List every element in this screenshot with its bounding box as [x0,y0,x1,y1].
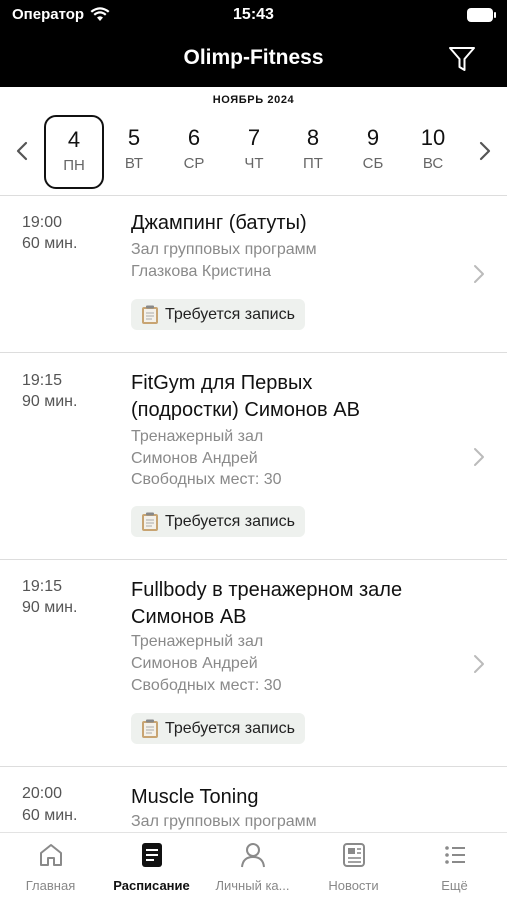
filter-icon[interactable] [447,44,477,74]
session-row[interactable]: 20:00 60 мин. Muscle Toning Зал групповы… [0,767,507,832]
booking-required-badge: Требуется запись [131,506,305,537]
day-number: 7 [247,125,261,150]
profile-icon [240,843,265,868]
day-number: 6 [187,125,201,150]
day-cell[interactable]: 10 ВС [403,115,463,189]
clipboard-icon [142,719,158,738]
schedule-icon [141,843,162,867]
session-time: 19:15 [22,578,63,595]
day-weekday: СБ [362,155,384,172]
chevron-left-icon[interactable] [12,139,32,163]
session-title-line-1: Fullbody в тренажерном зале [131,579,403,601]
more-icon [444,846,465,864]
day-number: 9 [366,125,380,150]
navigation-bar: Olimp-Fitness [0,34,507,87]
session-duration: 60 мин. [22,235,78,252]
day-number: 8 [306,125,320,150]
badge-label: Требуется запись [165,719,295,737]
session-time: 20:00 [22,785,63,802]
day-weekday: ПТ [303,155,323,172]
session-title-line-2: Симонов АВ [131,606,247,628]
day-cell[interactable]: 7 ЧТ [224,115,284,189]
clock: 15:43 [233,6,274,23]
chevron-right-icon [474,655,484,673]
badge-label: Требуется запись [165,305,295,323]
day-number: 10 [420,125,446,150]
booking-required-badge: Требуется запись [131,713,305,744]
status-bar: Оператор 15:43 [0,0,507,34]
tab-label: Личный ка... [215,878,290,893]
tab-schedule[interactable]: Расписание [101,841,202,893]
chevron-right-icon[interactable] [475,139,495,163]
session-duration: 90 мин. [22,393,78,410]
clipboard-icon [142,305,158,324]
session-time: 19:00 [22,214,63,231]
day-cell[interactable]: 5 ВТ [104,115,164,189]
app-title: Olimp-Fitness [183,46,324,69]
booking-required-badge: Требуется запись [131,299,305,330]
tab-label: Новости [328,878,379,893]
day-weekday: СР [183,155,205,172]
day-weekday: ВС [422,155,444,172]
session-row[interactable]: 19:15 90 мин. FitGym для Первых (подрост… [0,353,507,559]
tab-news[interactable]: Новости [303,841,404,893]
session-title-line-2: (подростки) Симонов АВ [131,399,360,421]
session-row[interactable]: 19:00 60 мин. Джампинг (батуты) Зал груп… [0,196,507,352]
chevron-right-icon [474,448,484,466]
day-number: 5 [127,125,141,150]
tab-more[interactable]: Ещё [404,841,505,893]
clipboard-icon [142,512,158,531]
tab-label: Главная [25,878,76,893]
session-free-places: Свободных мест: 30 [131,471,282,488]
session-trainer: Глазкова Кристина [131,263,272,280]
day-weekday: ПН [63,157,85,174]
chevron-right-icon [474,265,484,283]
home-icon [39,844,62,866]
session-trainer: Симонов Андрей [131,450,258,467]
badge-label: Требуется запись [165,512,295,530]
day-number: 4 [67,127,81,152]
day-cell-selected[interactable]: 4 ПН [44,115,104,189]
session-time: 19:15 [22,372,63,389]
session-room: Зал групповых программ [131,813,317,830]
day-weekday: ЧТ [244,155,264,172]
day-cell[interactable]: 8 ПТ [283,115,343,189]
session-duration: 60 мин. [22,807,78,824]
session-title-line-1: FitGym для Первых [131,372,313,394]
tab-profile[interactable]: Личный ка... [202,841,303,893]
day-weekday: ВТ [124,155,144,172]
session-trainer: Симонов Андрей [131,655,258,672]
day-cell[interactable]: 9 СБ [343,115,403,189]
session-free-places: Свободных мест: 30 [131,677,282,694]
session-title: Джампинг (батуты) [131,212,307,234]
news-icon [342,843,365,867]
session-room: Тренажерный зал [131,428,264,445]
tab-bar: Главная Расписание Личный ка... Новости [0,832,507,900]
session-room: Зал групповых программ [131,241,317,258]
tab-label: Ещё [441,878,468,893]
month-label: НОЯБРЬ 2024 [212,94,295,106]
session-row[interactable]: 19:15 90 мин. Fullbody в тренажерном зал… [0,560,507,766]
session-room: Тренажерный зал [131,633,264,650]
battery-icon [467,8,496,22]
tab-home[interactable]: Главная [0,841,101,893]
tab-label: Расписание [113,878,190,893]
session-duration: 90 мин. [22,599,78,616]
session-title: Muscle Toning [131,786,259,808]
day-cell[interactable]: 6 СР [164,115,224,189]
week-strip: 4 ПН 5 ВТ 6 СР 7 ЧТ 8 ПТ 9 СБ 10 ВС [0,113,507,191]
